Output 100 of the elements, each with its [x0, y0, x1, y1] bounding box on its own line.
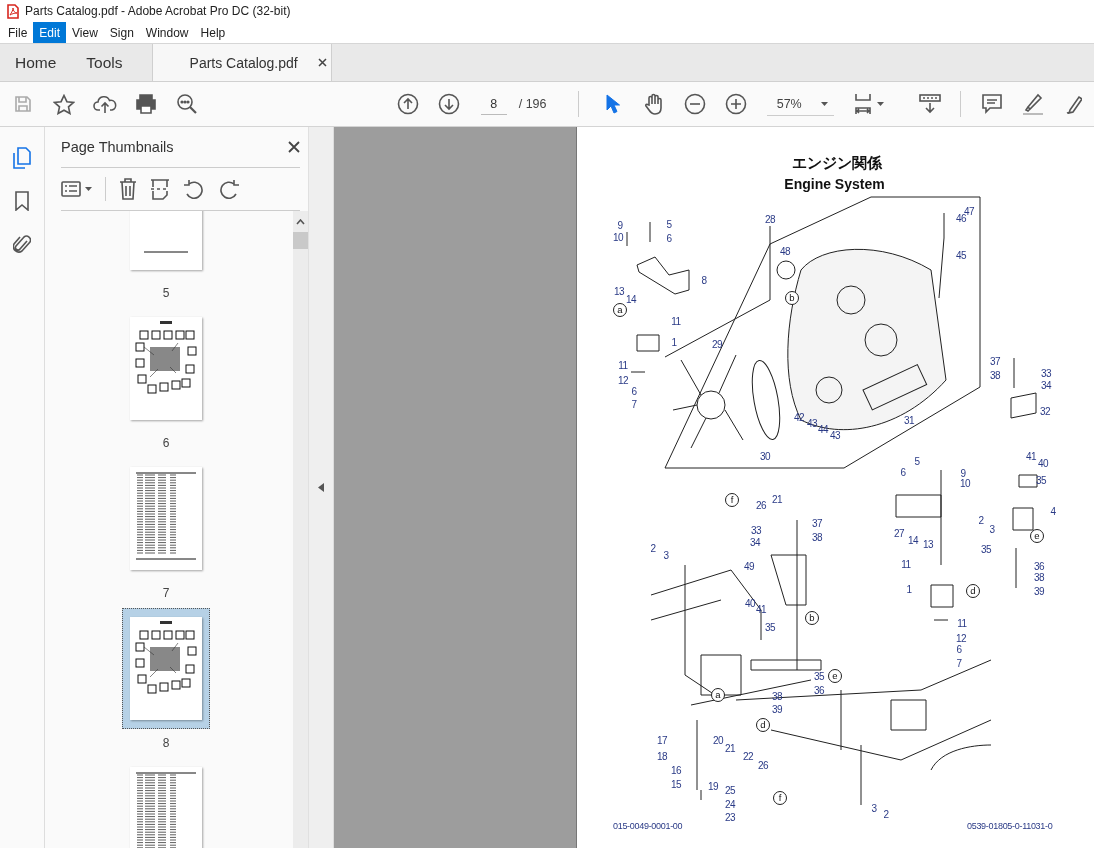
callout-number: 14 [907, 536, 919, 546]
page-number-label: 6 [162, 436, 170, 450]
callout-number: 25 [724, 786, 736, 796]
callout-number: 46 [955, 214, 967, 224]
menu-item[interactable]: Help [194, 22, 232, 43]
callout-number: 48 [779, 247, 791, 257]
signature-pen-icon[interactable] [1065, 94, 1082, 114]
page-thumbnail[interactable] [130, 467, 202, 570]
scroll-mode-icon[interactable] [918, 94, 941, 114]
list-options-icon[interactable] [61, 181, 81, 197]
bookmark-icon[interactable] [15, 191, 29, 211]
hand-icon[interactable] [644, 93, 665, 115]
pointer-arrow-icon[interactable] [606, 94, 621, 114]
callout-number: 32 [1039, 407, 1051, 417]
callout-number: 39 [1033, 587, 1045, 597]
callout-number: 4 [1050, 507, 1056, 517]
callout-number: 41 [755, 605, 767, 615]
callout-number: 31 [903, 416, 915, 426]
callout-letter: e [828, 669, 842, 683]
callout-letter: b [785, 291, 799, 305]
callout-number: 37 [989, 357, 1001, 367]
caret-icon[interactable] [877, 102, 885, 106]
callout-number: 7 [956, 659, 962, 669]
callout-number: 21 [724, 744, 736, 754]
page-number-field[interactable]: 8 [480, 93, 507, 115]
zoom-search-icon[interactable] [176, 93, 199, 115]
callout-number: 13 [613, 287, 625, 297]
callout-number: 29 [711, 340, 723, 350]
callout-number: 20 [712, 736, 724, 746]
callout-number: 26 [757, 761, 769, 771]
page-number-label: 7 [162, 586, 170, 600]
scroll-up-icon[interactable] [296, 219, 305, 225]
callout-letter: f [725, 493, 739, 507]
page-thumbnails-icon[interactable] [13, 147, 31, 169]
menu-item[interactable]: Sign [103, 22, 140, 43]
callout-number: 28 [764, 215, 776, 225]
callout-number: 11 [618, 361, 628, 371]
zoom-out-icon[interactable] [684, 93, 707, 115]
caret-icon [821, 101, 829, 106]
callout-number: 6 [900, 468, 906, 478]
callout-number: 11 [957, 619, 967, 629]
callout-number: 23 [724, 813, 736, 823]
page-number-label: 8 [162, 736, 170, 750]
collapse-panel-icon[interactable] [318, 483, 324, 492]
scrollbar-thumb[interactable] [293, 232, 308, 249]
page-thumbnail[interactable] [130, 617, 202, 720]
callout-letter: b [805, 611, 819, 625]
callout-number: 2 [978, 516, 984, 526]
tab[interactable]: Home [0, 44, 72, 81]
close-icon[interactable] [317, 58, 327, 67]
zoom-in-icon[interactable] [725, 93, 748, 115]
callout-number: 35 [764, 623, 776, 633]
callout-number: 10 [959, 479, 971, 489]
callout-number: 34 [1040, 381, 1052, 391]
callout-number: 43 [829, 431, 841, 441]
drawing-number: 015-0049-0001-00 [613, 821, 683, 831]
callout-number: 35 [813, 672, 825, 682]
page-title: エンジン関係 [791, 154, 882, 173]
page-extract-icon[interactable] [150, 178, 170, 200]
previous-page-icon[interactable] [396, 93, 419, 115]
menu-item[interactable]: Edit [33, 22, 67, 43]
callout-number: 9 [960, 469, 966, 479]
selected-thumbnail-frame[interactable] [122, 608, 210, 729]
page-count-label: / 196 [518, 97, 547, 111]
callout-number: 5 [914, 457, 920, 467]
callout-letter: e [1030, 529, 1044, 543]
callout-number: 36 [813, 686, 825, 696]
callout-number: 24 [724, 800, 736, 810]
comment-icon[interactable] [981, 94, 1002, 114]
page-thumbnail[interactable] [130, 317, 202, 420]
callout-number: 18 [656, 752, 668, 762]
rotate-left-icon[interactable] [183, 179, 205, 199]
next-page-icon[interactable] [437, 93, 460, 115]
cloud-upload-icon[interactable] [93, 94, 118, 114]
page-thumbnail[interactable] [130, 767, 202, 848]
trash-icon[interactable] [119, 178, 137, 200]
callout-number: 38 [1033, 573, 1045, 583]
callout-number: 40 [744, 599, 756, 609]
drawing-number: 0539-01805-0-11031-0 [967, 821, 1053, 831]
menu-item[interactable]: View [66, 22, 104, 43]
star-icon[interactable] [53, 93, 76, 115]
page-fit-icon[interactable] [853, 93, 874, 115]
paperclip-icon[interactable] [13, 233, 31, 255]
callout-number: 5 [666, 220, 672, 230]
panel-title: Page Thumbnails [61, 139, 174, 155]
callout-number: 12 [955, 634, 967, 644]
print-icon[interactable] [135, 94, 158, 114]
callout-number: 40 [1037, 459, 1049, 469]
menu-item[interactable]: File [2, 22, 34, 43]
rotate-right-icon[interactable] [218, 179, 240, 199]
zoom-dropdown[interactable]: 57% [766, 92, 835, 116]
tab[interactable]: Tools [71, 44, 138, 81]
menu-item[interactable]: Window [139, 22, 195, 43]
highlighter-pen-icon[interactable] [1020, 93, 1045, 115]
callout-number: 49 [743, 562, 755, 572]
callout-number: 33 [1040, 369, 1052, 379]
callout-number: 41 [1025, 452, 1037, 462]
close-icon[interactable] [288, 141, 300, 153]
callout-number: 38 [811, 533, 823, 543]
callout-number: 33 [750, 526, 762, 536]
